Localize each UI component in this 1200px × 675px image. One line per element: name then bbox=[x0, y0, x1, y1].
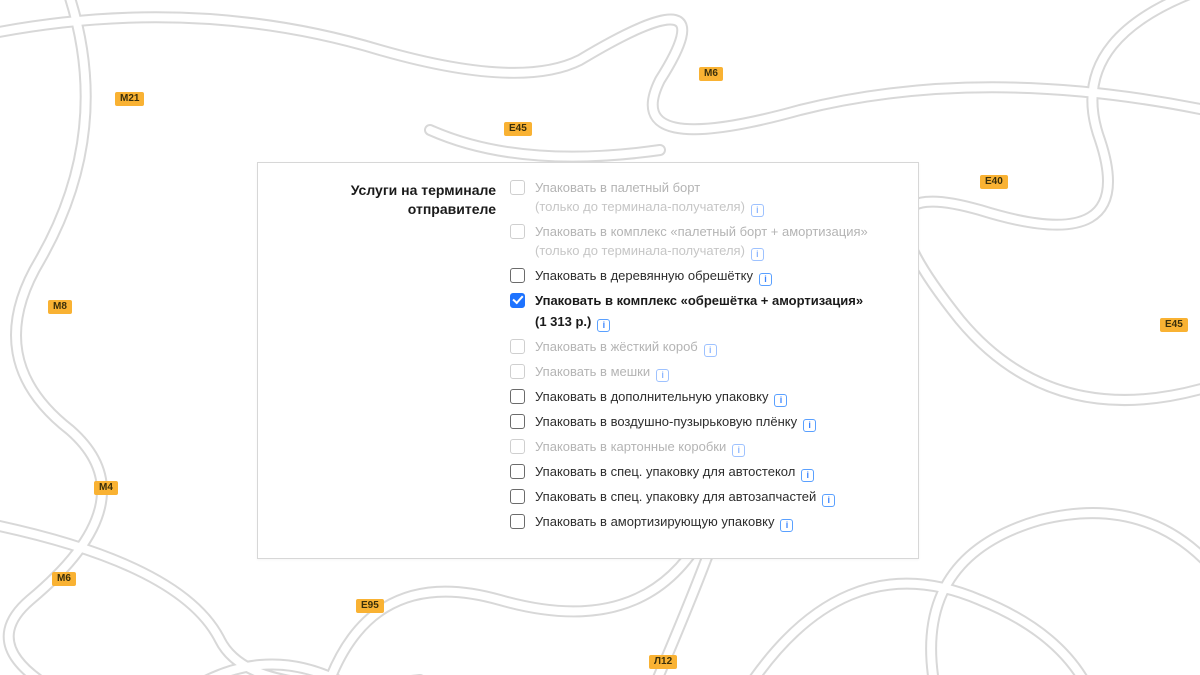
option-label: Упаковать в амортизирующую упаковку bbox=[535, 514, 774, 529]
option-row: Упаковать в картонные коробки i bbox=[510, 438, 896, 457]
panel-title-line1: Услуги на терминале bbox=[351, 182, 496, 198]
option-row[interactable]: Упаковать в воздушно-пузырьковую плёнку i bbox=[510, 413, 896, 432]
option-label: Упаковать в дополнительную упаковку bbox=[535, 389, 768, 404]
info-icon[interactable]: i bbox=[759, 273, 772, 286]
option-text: Упаковать в спец. упаковку для автозапча… bbox=[535, 488, 835, 507]
checkbox[interactable] bbox=[510, 489, 525, 504]
checkbox bbox=[510, 339, 525, 354]
info-icon[interactable]: i bbox=[801, 469, 814, 482]
checkbox bbox=[510, 180, 525, 195]
checkbox bbox=[510, 439, 525, 454]
option-row[interactable]: Упаковать в спец. упаковку для автозапча… bbox=[510, 488, 896, 507]
option-text: Упаковать в мешки i bbox=[535, 363, 669, 382]
road-label: M21 bbox=[115, 92, 144, 106]
option-label: Упаковать в спец. упаковку для автозапча… bbox=[535, 489, 816, 504]
checkbox[interactable] bbox=[510, 514, 525, 529]
option-text: Упаковать в комплекс «палетный борт + ам… bbox=[535, 223, 868, 261]
checkbox bbox=[510, 224, 525, 239]
road-label: M4 bbox=[94, 481, 118, 495]
option-label: Упаковать в палетный борт bbox=[535, 180, 700, 195]
checkbox[interactable] bbox=[510, 268, 525, 283]
option-row: Упаковать в комплекс «палетный борт + ам… bbox=[510, 223, 896, 261]
option-price: (1 313 р.)i bbox=[535, 313, 863, 332]
road-label: E40 bbox=[980, 175, 1008, 189]
option-sublabel: (только до терминала-получателя)i bbox=[535, 198, 764, 217]
option-label: Упаковать в спец. упаковку для автостеко… bbox=[535, 464, 795, 479]
info-icon[interactable]: i bbox=[751, 248, 764, 261]
option-label: Упаковать в жёсткий короб bbox=[535, 339, 698, 354]
option-text: Упаковать в амортизирующую упаковку i bbox=[535, 513, 793, 532]
panel-title-line2: отправителе bbox=[408, 201, 496, 217]
checkbox bbox=[510, 364, 525, 379]
info-icon[interactable]: i bbox=[803, 419, 816, 432]
road-label: E45 bbox=[1160, 318, 1188, 332]
option-row[interactable]: Упаковать в спец. упаковку для автостеко… bbox=[510, 463, 896, 482]
checkbox[interactable] bbox=[510, 293, 525, 308]
option-text: Упаковать в деревянную обрешётку i bbox=[535, 267, 772, 286]
option-text: Упаковать в воздушно-пузырьковую плёнку i bbox=[535, 413, 816, 432]
info-icon[interactable]: i bbox=[704, 344, 717, 357]
option-label: Упаковать в мешки bbox=[535, 364, 650, 379]
option-text: Упаковать в палетный борт (только до терм… bbox=[535, 179, 764, 217]
options-list: Упаковать в палетный борт (только до терм… bbox=[510, 179, 896, 538]
info-icon[interactable]: i bbox=[780, 519, 793, 532]
checkbox[interactable] bbox=[510, 414, 525, 429]
info-icon[interactable]: i bbox=[732, 444, 745, 457]
road-label: M8 bbox=[48, 300, 72, 314]
road-label: E95 bbox=[356, 599, 384, 613]
panel-title: Услуги на терминале отправителе bbox=[280, 179, 510, 538]
road-label: Л12 bbox=[649, 655, 677, 669]
road-label: E45 bbox=[504, 122, 532, 136]
road-label: M6 bbox=[699, 67, 723, 81]
checkbox[interactable] bbox=[510, 464, 525, 479]
info-icon[interactable]: i bbox=[774, 394, 787, 407]
option-label: Упаковать в деревянную обрешётку bbox=[535, 268, 753, 283]
option-row: Упаковать в мешки i bbox=[510, 363, 896, 382]
option-text: Упаковать в спец. упаковку для автостеко… bbox=[535, 463, 814, 482]
option-row: Упаковать в палетный борт (только до терм… bbox=[510, 179, 896, 217]
info-icon[interactable]: i bbox=[597, 319, 610, 332]
option-text: Упаковать в картонные коробки i bbox=[535, 438, 745, 457]
option-text: Упаковать в комплекс «обрешётка + аморти… bbox=[535, 292, 863, 332]
option-row[interactable]: Упаковать в дополнительную упаковку i bbox=[510, 388, 896, 407]
option-row[interactable]: Упаковать в деревянную обрешётку i bbox=[510, 267, 896, 286]
option-label: Упаковать в комплекс «обрешётка + аморти… bbox=[535, 293, 863, 308]
option-row[interactable]: Упаковать в комплекс «обрешётка + аморти… bbox=[510, 292, 896, 332]
option-label: Упаковать в комплекс «палетный борт + ам… bbox=[535, 224, 868, 239]
info-icon[interactable]: i bbox=[751, 204, 764, 217]
option-row: Упаковать в жёсткий короб i bbox=[510, 338, 896, 357]
info-icon[interactable]: i bbox=[656, 369, 669, 382]
option-text: Упаковать в жёсткий короб i bbox=[535, 338, 717, 357]
option-label: Упаковать в воздушно-пузырьковую плёнку bbox=[535, 414, 797, 429]
services-panel: Услуги на терминале отправителе Упаковат… bbox=[257, 162, 919, 559]
option-sublabel: (только до терминала-получателя)i bbox=[535, 242, 868, 261]
option-row[interactable]: Упаковать в амортизирующую упаковку i bbox=[510, 513, 896, 532]
option-label: Упаковать в картонные коробки bbox=[535, 439, 726, 454]
option-text: Упаковать в дополнительную упаковку i bbox=[535, 388, 787, 407]
info-icon[interactable]: i bbox=[822, 494, 835, 507]
checkbox[interactable] bbox=[510, 389, 525, 404]
road-label: M6 bbox=[52, 572, 76, 586]
